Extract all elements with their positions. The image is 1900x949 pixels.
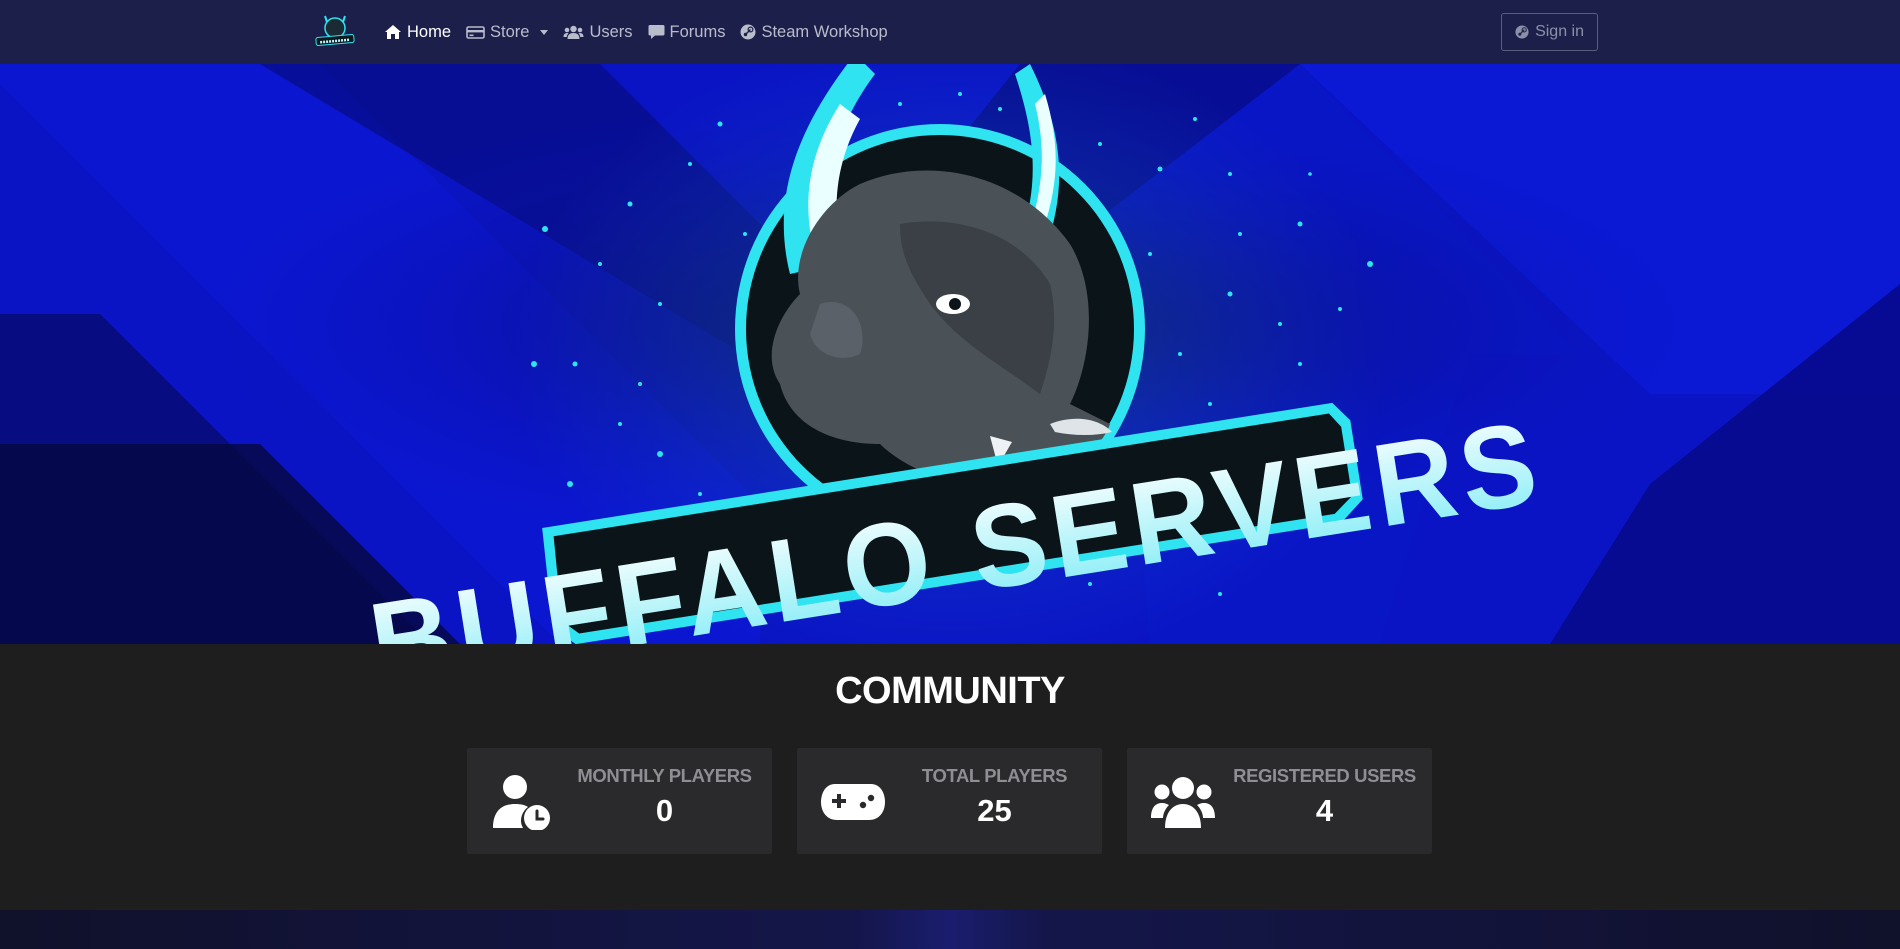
stat-label: TOTAL PLAYERS [921, 765, 1068, 786]
nav-users-label: Users [589, 22, 633, 41]
buffalo-mascot-logo: BUFFALO SERVERS [362, 64, 1551, 644]
footer-strip [0, 910, 1900, 949]
sign-in-button[interactable]: Sign in [1501, 13, 1598, 51]
gamepad-icon [821, 784, 885, 820]
nav-links: Home Store Users Forums Steam Workshop [384, 0, 903, 64]
forums-icon [648, 25, 665, 39]
sign-in-label: Sign in [1535, 23, 1584, 40]
nav-store-link[interactable]: Store [466, 22, 549, 42]
nav-users-link[interactable]: Users [563, 22, 633, 42]
nav-home-label: Home [407, 22, 452, 41]
stat-card-registered-users: REGISTERED USERS 4 [1127, 748, 1432, 854]
home-icon [385, 25, 401, 39]
stat-card-total-players: TOTAL PLAYERS 25 [797, 748, 1102, 854]
buffalo-logo-icon [315, 15, 355, 46]
nav-steam-workshop-label: Steam Workshop [761, 22, 888, 41]
nav-steam-workshop-link[interactable]: Steam Workshop [740, 22, 888, 42]
stat-text: REGISTERED USERS 4 [1217, 765, 1432, 829]
nav-forums-link[interactable]: Forums [648, 22, 726, 42]
community-title: COMMUNITY [835, 670, 1065, 712]
chevron-down-icon [540, 29, 549, 35]
user-clock-icon [493, 775, 550, 830]
stat-value: 4 [1315, 793, 1334, 828]
nav-home-link[interactable]: Home [384, 23, 451, 42]
stat-text: TOTAL PLAYERS 25 [887, 765, 1102, 829]
stat-value: 25 [977, 793, 1012, 828]
stat-label: REGISTERED USERS [1233, 765, 1416, 786]
steam-icon [740, 24, 756, 40]
user-group-icon [1151, 777, 1215, 828]
users-icon [563, 25, 584, 39]
navbar-container: Home Store Users Forums Steam Workshop S… [312, 0, 1598, 64]
top-navbar: Home Store Users Forums Steam Workshop S… [0, 0, 1900, 64]
hero-banner: BUFFALO SERVERS [0, 64, 1900, 644]
nav-store-label: Store [490, 22, 530, 41]
store-icon [466, 25, 485, 39]
brand-logo[interactable] [312, 11, 358, 53]
community-section: COMMUNITY MONTHLY PLAYERS 0 TOTAL PLAYER… [0, 644, 1900, 910]
steam-icon [1515, 25, 1529, 39]
stat-label: MONTHLY PLAYERS [577, 765, 752, 786]
stat-text: MONTHLY PLAYERS 0 [557, 765, 772, 829]
nav-forums-label: Forums [669, 22, 726, 41]
stat-value: 0 [655, 793, 674, 828]
stat-card-monthly-players: MONTHLY PLAYERS 0 [467, 748, 772, 854]
